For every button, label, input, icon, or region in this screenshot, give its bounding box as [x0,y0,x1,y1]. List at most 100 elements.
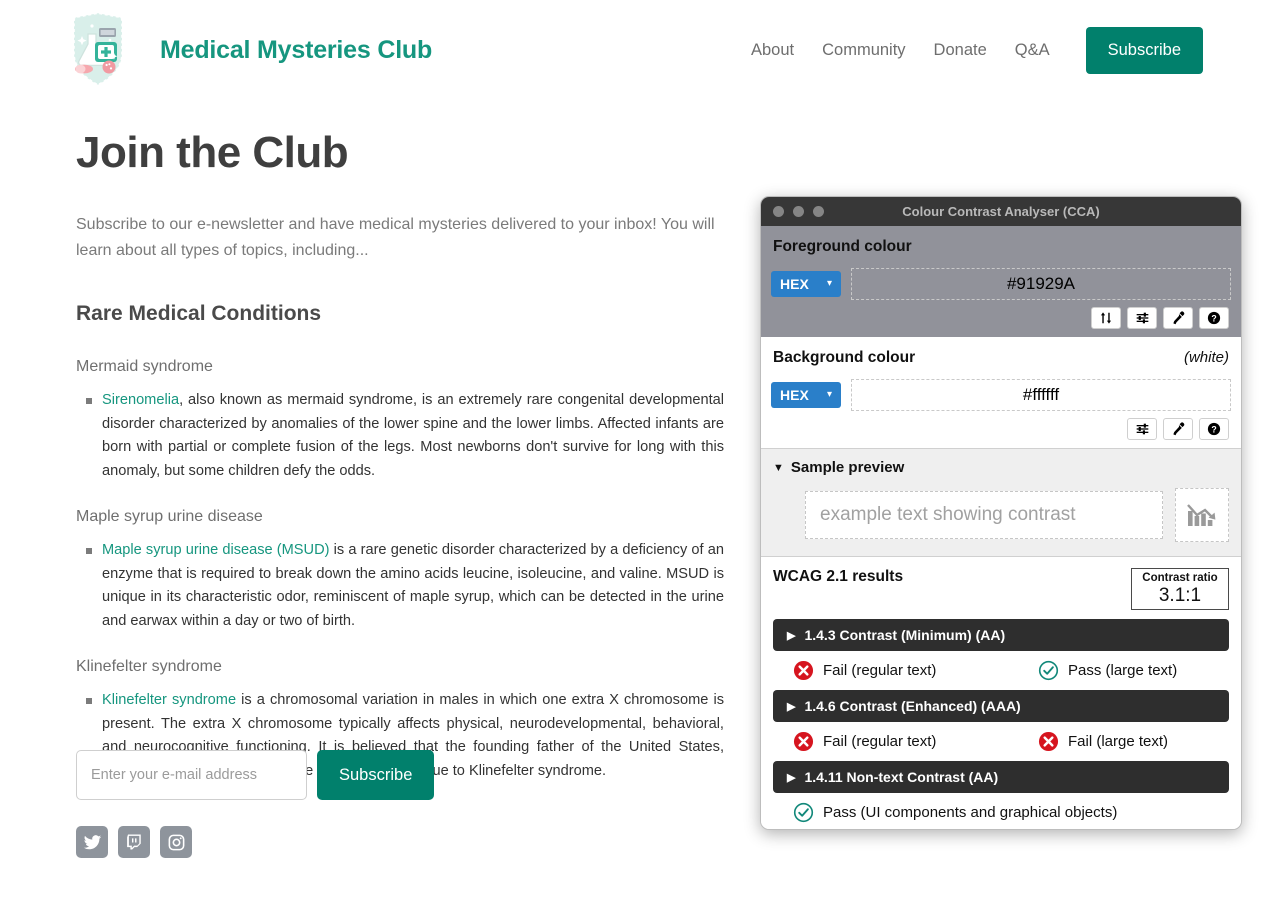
brand-title: Medical Mysteries Club [160,35,433,64]
condition-list: Sirenomelia, also known as mermaid syndr… [76,389,724,483]
wcag-results-title: WCAG 2.1 results [773,568,904,585]
background-format-select[interactable]: HEX [771,382,841,408]
fail-icon [1038,731,1059,752]
background-colour-name: (white) [1183,349,1229,366]
triangle-right-icon: ▶ [787,700,796,713]
eyedropper-icon[interactable] [1163,418,1193,440]
background-colour-input[interactable] [851,379,1231,411]
condition-link[interactable]: Klinefelter syndrome [102,692,236,708]
outcome-text: Fail (regular text) [823,733,937,750]
list-item: Sirenomelia, also known as mermaid syndr… [86,389,724,483]
cca-titlebar[interactable]: Colour Contrast Analyser (CCA) [761,197,1241,226]
fail-icon [793,660,814,681]
outcome-item: Pass (large text) [1038,660,1177,681]
wcag-results-panel: WCAG 2.1 results Contrast ratio 3.1:1 ▶ … [761,557,1241,829]
condition-body: , also known as mermaid syndrome, is an … [102,392,724,479]
foreground-colour-row: HEX ▾ [771,268,1231,300]
instagram-icon[interactable] [160,826,192,858]
outcome-text: Pass (large text) [1068,662,1178,679]
contrast-ratio-value: 3.1:1 [1158,585,1202,606]
sample-preview-label: Sample preview [790,459,905,476]
sample-preview-body: example text showing contrast [773,488,1229,542]
subscribe-submit-button[interactable]: Subscribe [317,750,435,800]
background-panel: Background colour (white) HEX ▾ #ffffff … [761,337,1241,449]
criterion-143-toggle[interactable]: ▶ 1.4.3 Contrast (Minimum) (AA) [773,619,1229,651]
nav-item-community[interactable]: Community [808,35,919,66]
criterion-146-toggle[interactable]: ▶ 1.4.6 Contrast (Enhanced) (AAA) [773,690,1229,722]
outcome-text: Fail (regular text) [823,662,937,679]
cca-window: Colour Contrast Analyser (CCA) Foregroun… [760,196,1242,830]
sample-preview-toggle[interactable]: ▼ Sample preview [773,459,1229,476]
foreground-panel: Foreground colour HEX ▾ #91929A ? [761,226,1241,337]
sliders-icon[interactable] [1127,418,1157,440]
background-colour-row: HEX ▾ [771,379,1231,411]
swap-colours-icon[interactable] [1091,307,1121,329]
condition-block: Mermaid syndrome Sirenomelia, also known… [76,358,724,483]
section-title: Rare Medical Conditions [76,302,322,325]
nav-item-about[interactable]: About [737,35,808,66]
email-input[interactable] [76,750,307,800]
declining-bar-chart-icon [1175,488,1229,542]
window-title: Colour Contrast Analyser (CCA) [902,204,1100,219]
background-actions: ? [771,418,1231,440]
intro-paragraph: Subscribe to our e-newsletter and have m… [76,216,715,259]
close-window-button[interactable] [773,206,784,217]
sample-preview-panel: ▼ Sample preview example text showing co… [761,449,1241,557]
sliders-icon[interactable] [1127,307,1157,329]
eyedropper-icon[interactable] [1163,307,1193,329]
background-header: Background colour (white) [771,349,1231,367]
help-icon[interactable]: ? [1199,418,1229,440]
brand[interactable]: Medical Mysteries Club [0,6,432,94]
criterion-1411-toggle[interactable]: ▶ 1.4.11 Non-text Contrast (AA) [773,761,1229,793]
twitter-icon[interactable] [76,826,108,858]
criterion-143-outcomes: Fail (regular text) Pass (large text) [773,660,1229,681]
condition-heading: Klinefelter syndrome [76,658,222,675]
list-item: Maple syrup urine disease (MSUD) is a ra… [86,539,724,633]
help-icon[interactable]: ? [1199,307,1229,329]
criterion-146-outcomes: Fail (regular text) Fail (large text) [773,731,1229,752]
subscribe-form: Subscribe [76,750,435,800]
minimize-window-button[interactable] [793,206,804,217]
triangle-right-icon: ▶ [787,629,796,642]
outcome-item: Fail (regular text) [793,731,1038,752]
contrast-ratio-box: Contrast ratio 3.1:1 [1131,568,1229,610]
article-column: Join the Club Subscribe to our e-newslet… [76,128,724,808]
condition-block: Maple syrup urine disease Maple syrup ur… [76,508,724,633]
criterion-1411-title: 1.4.11 Non-text Contrast (AA) [804,769,999,785]
fail-icon [793,731,814,752]
maximize-window-button[interactable] [813,206,824,217]
outcome-text: Pass (UI components and graphical object… [823,804,1118,821]
wcag-results-header: WCAG 2.1 results Contrast ratio 3.1:1 [773,568,1229,610]
triangle-right-icon: ▶ [787,771,796,784]
pass-icon [1038,660,1059,681]
site-header: Medical Mysteries Club About Community D… [0,0,1275,100]
page-title: Join the Club [76,128,349,177]
foreground-header: Foreground colour [771,238,1231,256]
outcome-item: Fail (large text) [1038,731,1168,752]
svg-text:?: ? [1211,314,1216,324]
condition-heading: Mermaid syndrome [76,358,213,375]
condition-link[interactable]: Sirenomelia [102,392,179,408]
criterion-1411-outcomes: Pass (UI components and graphical object… [773,802,1229,823]
criterion-143-title: 1.4.3 Contrast (Minimum) (AA) [804,627,1006,643]
condition-link[interactable]: Maple syrup urine disease (MSUD) [102,542,329,558]
outcome-item: Pass (UI components and graphical object… [793,802,1117,823]
contrast-ratio-label: Contrast ratio [1142,572,1218,584]
outcome-text: Fail (large text) [1068,733,1169,750]
nav-item-qa[interactable]: Q&A [1001,35,1064,66]
background-label: Background colour [773,349,916,366]
foreground-format-wrap: HEX ▾ [771,271,841,297]
main-nav: About Community Donate Q&A Subscribe [737,26,1275,74]
foreground-colour-input[interactable] [851,268,1231,300]
twitch-icon[interactable] [118,826,150,858]
condition-heading: Maple syrup urine disease [76,508,263,525]
triangle-down-icon: ▼ [773,461,784,474]
condition-list: Maple syrup urine disease (MSUD) is a ra… [76,539,724,633]
foreground-label: Foreground colour [773,238,912,255]
shield-medical-logo-icon [62,6,134,94]
nav-item-donate[interactable]: Donate [920,35,1001,66]
nav-subscribe-button[interactable]: Subscribe [1085,26,1203,74]
background-format-wrap: HEX ▾ [771,382,841,408]
criterion-146-title: 1.4.6 Contrast (Enhanced) (AAA) [804,698,1021,714]
foreground-format-select[interactable]: HEX [771,271,841,297]
